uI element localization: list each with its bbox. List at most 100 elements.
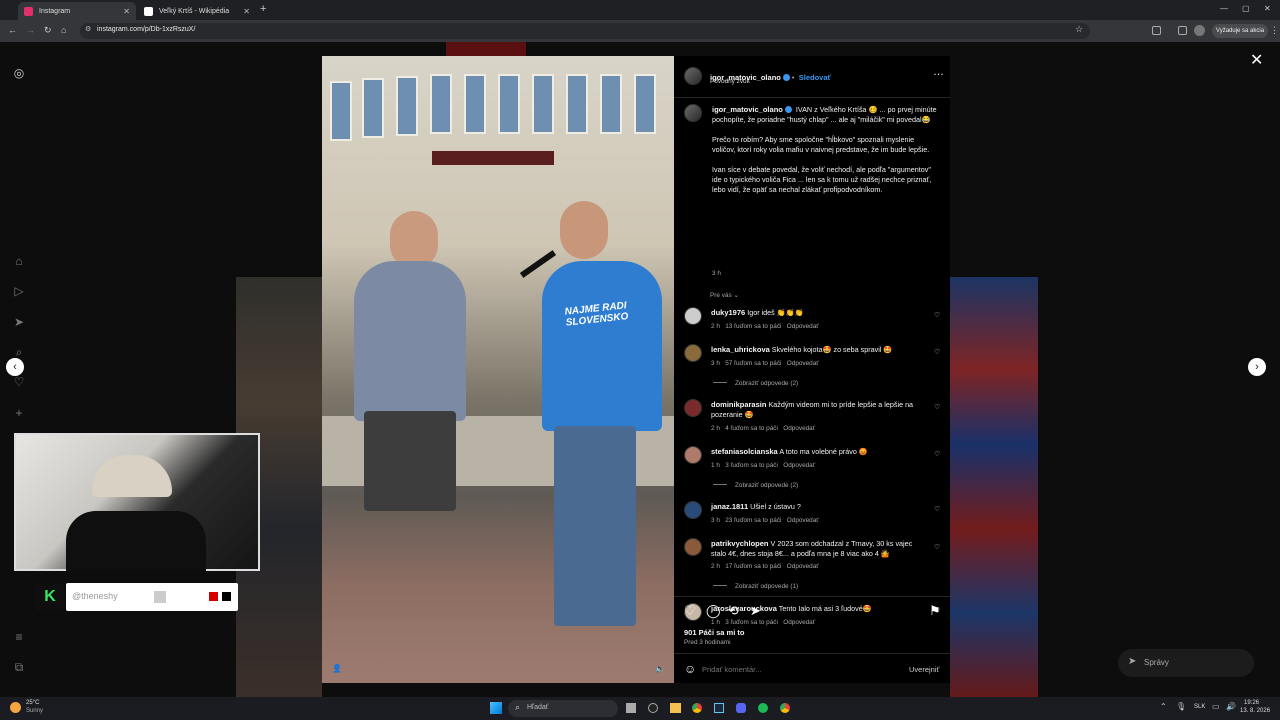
- comment-likes[interactable]: 57 ľuďom sa to páči: [725, 360, 781, 367]
- repost-icon[interactable]: ⟲: [728, 603, 739, 619]
- comment-likes[interactable]: 23 ľuďom sa to páči: [725, 517, 781, 524]
- comment-username[interactable]: janaz.1811: [711, 502, 748, 511]
- chrome-icon[interactable]: [692, 703, 702, 713]
- reels-nav-icon[interactable]: ▷: [12, 284, 26, 298]
- maximize-icon[interactable]: ▢: [1242, 4, 1250, 13]
- view-replies-button[interactable]: Zobraziť odpovede (1): [713, 583, 798, 590]
- close-tab-icon[interactable]: ✕: [243, 7, 250, 16]
- comment-avatar[interactable]: [684, 446, 702, 464]
- home-nav-icon[interactable]: ⌂: [12, 254, 26, 268]
- tagged-users-icon[interactable]: 👤: [332, 664, 342, 673]
- like-comment-icon[interactable]: ♡: [934, 403, 940, 411]
- close-window-icon[interactable]: ✕: [1264, 4, 1271, 13]
- reply-button[interactable]: Odpovedať: [783, 425, 815, 432]
- chrome-active-icon[interactable]: [780, 703, 790, 713]
- like-comment-icon[interactable]: ♡: [934, 505, 940, 513]
- microphone-icon[interactable]: 🎙: [1176, 702, 1186, 711]
- comment-likes[interactable]: 3 ľuďom sa to páči: [725, 462, 778, 469]
- previous-post-button[interactable]: ‹: [6, 358, 24, 376]
- next-post-button[interactable]: ›: [1248, 358, 1266, 376]
- view-replies-button[interactable]: Zobraziť odpovede (2): [713, 482, 798, 489]
- like-icon[interactable]: ♡: [684, 603, 696, 619]
- file-explorer-icon[interactable]: [670, 703, 681, 713]
- comment-username[interactable]: patrikvychlopen: [711, 539, 769, 548]
- spotify-icon[interactable]: [758, 703, 768, 713]
- notifications-nav-icon[interactable]: ♡: [12, 375, 26, 389]
- comment-avatar[interactable]: [684, 538, 702, 556]
- sort-dropdown[interactable]: Pre vás ⌄: [710, 291, 739, 299]
- forward-icon[interactable]: →: [26, 25, 35, 35]
- comment-username[interactable]: duky1976: [711, 308, 745, 317]
- audio-label[interactable]: Pôvodný zvuk: [710, 78, 750, 85]
- follow-button[interactable]: Sledovať: [799, 73, 831, 82]
- comment-username[interactable]: stefaniasolcianska: [711, 447, 778, 456]
- media-control-icon[interactable]: [1178, 26, 1187, 35]
- share-icon[interactable]: ➤: [750, 603, 761, 619]
- minimize-icon[interactable]: —: [1220, 4, 1228, 13]
- close-tab-icon[interactable]: ✕: [123, 7, 130, 16]
- more-menu-icon[interactable]: ≡: [12, 630, 26, 644]
- profile-avatar[interactable]: [1194, 25, 1205, 36]
- like-comment-icon[interactable]: ♡: [934, 543, 940, 551]
- task-view-icon[interactable]: [626, 703, 636, 713]
- comment-avatar[interactable]: [684, 344, 702, 362]
- direct-nav-icon[interactable]: ➤: [12, 315, 26, 329]
- close-modal-button[interactable]: ✕: [1250, 50, 1263, 70]
- tab-instagram[interactable]: Instagram ✕: [18, 2, 136, 20]
- comment-input[interactable]: [702, 662, 892, 676]
- create-nav-icon[interactable]: +: [12, 406, 26, 420]
- volume-icon[interactable]: 🔊: [1226, 702, 1236, 711]
- home-icon[interactable]: ⌂: [61, 25, 66, 35]
- comment-icon[interactable]: ◯: [706, 603, 721, 619]
- language-indicator[interactable]: SLK: [1194, 704, 1205, 710]
- action-required-button[interactable]: Vyžaduje sa akcia: [1212, 24, 1268, 38]
- comment-avatar[interactable]: [684, 399, 702, 417]
- author-avatar[interactable]: [684, 67, 702, 85]
- steam-icon[interactable]: [714, 703, 724, 713]
- weather-sun-icon[interactable]: [10, 702, 21, 713]
- menu-kebab-icon[interactable]: ⋮: [1270, 25, 1279, 36]
- reply-button[interactable]: Odpovedať: [783, 462, 815, 469]
- comment-likes[interactable]: 4 ľuďom sa to páči: [725, 425, 778, 432]
- comment-likes[interactable]: 3 ľuďom sa to páči: [725, 619, 778, 626]
- comment-username[interactable]: dominikparasin: [711, 400, 766, 409]
- apps-icon[interactable]: ⧉: [12, 660, 26, 674]
- caption-username[interactable]: igor_matovic_olano: [712, 105, 783, 114]
- comment-avatar[interactable]: [684, 307, 702, 325]
- caption-avatar[interactable]: [684, 104, 702, 122]
- taskbar-search[interactable]: ⌕ Hľadať: [508, 700, 618, 717]
- reply-button[interactable]: Odpovedať: [787, 323, 819, 330]
- instagram-logo-icon[interactable]: ◎: [12, 66, 26, 80]
- tray-overflow-icon[interactable]: ⌃: [1160, 702, 1167, 711]
- post-video[interactable]: NAJME RADI SLOVENSKO 👤 🔈: [322, 56, 674, 683]
- tab-wikipedia[interactable]: Veľký Krtíš - Wikipédia ✕: [138, 2, 256, 20]
- like-comment-icon[interactable]: ♡: [934, 348, 940, 356]
- new-tab-button[interactable]: +: [260, 3, 266, 15]
- windows-start-icon[interactable]: [490, 702, 502, 714]
- network-icon[interactable]: ▭: [1212, 702, 1220, 711]
- extensions-icon[interactable]: [1152, 26, 1161, 35]
- clock-time[interactable]: 19:26: [1244, 700, 1259, 706]
- likes-count[interactable]: 901 Páči sa mi to: [684, 628, 744, 637]
- reload-icon[interactable]: ↻: [44, 25, 52, 36]
- clock-date[interactable]: 13. 8. 2026: [1240, 708, 1270, 714]
- comment-likes[interactable]: 13 ľuďom sa to páči: [725, 323, 781, 330]
- emoji-icon[interactable]: ☺: [684, 662, 696, 676]
- save-bookmark-icon[interactable]: ⚑: [929, 603, 941, 619]
- reply-button[interactable]: Odpovedať: [783, 619, 815, 626]
- view-replies-button[interactable]: Zobraziť odpovede (2): [713, 380, 798, 387]
- address-bar[interactable]: ⚙ instagram.com/p/Db-1xzRszuX/ ☆: [80, 23, 1090, 39]
- mute-toggle-icon[interactable]: 🔈: [655, 664, 665, 673]
- like-comment-icon[interactable]: ♡: [934, 450, 940, 458]
- comment-username[interactable]: lenka_uhrickova: [711, 345, 770, 354]
- more-options-icon[interactable]: …: [933, 66, 944, 78]
- bookmark-star-icon[interactable]: ☆: [1075, 24, 1083, 35]
- reply-button[interactable]: Odpovedať: [787, 360, 819, 367]
- back-icon[interactable]: ←: [8, 25, 17, 35]
- site-info-icon[interactable]: ⚙: [85, 25, 91, 33]
- publish-button[interactable]: Uverejniť: [909, 665, 939, 674]
- search-nav-icon[interactable]: ⌕: [12, 345, 26, 359]
- messages-pill[interactable]: ➤ Správy: [1118, 649, 1254, 677]
- reply-button[interactable]: Odpovedať: [787, 563, 819, 570]
- comment-avatar[interactable]: [684, 501, 702, 519]
